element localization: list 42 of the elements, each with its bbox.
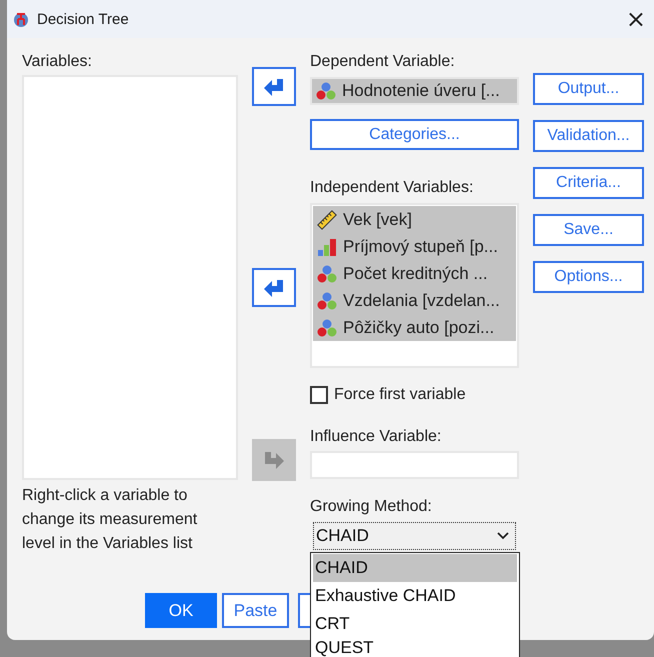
- variable-item[interactable]: Počet kreditných ...: [313, 260, 516, 287]
- independent-label: Independent Variables:: [310, 178, 474, 198]
- dropdown-option[interactable]: Exhaustive CHAID: [313, 582, 517, 610]
- dropdown-option[interactable]: CRT: [313, 610, 517, 638]
- variables-label: Variables:: [22, 52, 93, 72]
- growing-method-label: Growing Method:: [310, 497, 433, 517]
- move-arrow-button[interactable]: [252, 67, 296, 106]
- variable-item[interactable]: Vek [vek]: [313, 206, 516, 233]
- bar-chart-icon: [317, 236, 337, 256]
- chevron-down-icon: [497, 532, 509, 540]
- variable-item[interactable]: Pôžičky auto [pozi...: [313, 314, 516, 341]
- left-arrow-icon: [263, 278, 285, 298]
- dialog-option-button[interactable]: Output...: [533, 73, 644, 105]
- paste-button[interactable]: Paste: [222, 593, 289, 628]
- categories-button[interactable]: Categories...: [310, 119, 519, 150]
- move-arrow-button[interactable]: [252, 268, 296, 307]
- right-arrow-icon: [263, 450, 285, 470]
- dropdown-option[interactable]: CHAID: [313, 554, 517, 582]
- dialog-option-button[interactable]: Criteria...: [533, 167, 644, 199]
- checkbox[interactable]: [310, 386, 328, 404]
- variable-item[interactable]: Príjmový stupeň [p...: [313, 233, 516, 260]
- checkbox-label: Force first variable: [334, 385, 466, 405]
- dropdown-option[interactable]: QUEST: [313, 638, 517, 657]
- tree-icon: [13, 11, 29, 27]
- close-button[interactable]: ×: [624, 7, 648, 31]
- influence-label: Influence Variable:: [310, 427, 442, 447]
- dialog-option-button[interactable]: Options...: [533, 261, 644, 293]
- influence-field[interactable]: [310, 451, 519, 479]
- three-balls-icon: [317, 264, 337, 284]
- dialog-option-button[interactable]: Validation...: [533, 120, 644, 152]
- window-title: Decision Tree: [37, 10, 130, 28]
- hint-text: Right-click a variable to change its measurement level in the Variables list: [22, 486, 198, 554]
- three-balls-icon: [317, 290, 337, 310]
- three-balls-icon: [316, 81, 336, 101]
- dialog-option-button[interactable]: Save...: [533, 214, 644, 246]
- growing-method-dropdown[interactable]: CHAID: [313, 522, 516, 550]
- three-balls-icon: [317, 318, 337, 338]
- ok-button[interactable]: OK: [145, 593, 217, 628]
- dependent-label: Dependent Variable:: [310, 52, 456, 72]
- left-arrow-icon: [263, 76, 285, 96]
- independent-list[interactable]: Vek [vek] Príjmový stupeň [p... Počet kreditných ... Vzdelania [vzdelan... Pôžičky auto [pozi...: [310, 203, 519, 368]
- variable-item[interactable]: Vzdelania [vzdelan...: [313, 287, 516, 314]
